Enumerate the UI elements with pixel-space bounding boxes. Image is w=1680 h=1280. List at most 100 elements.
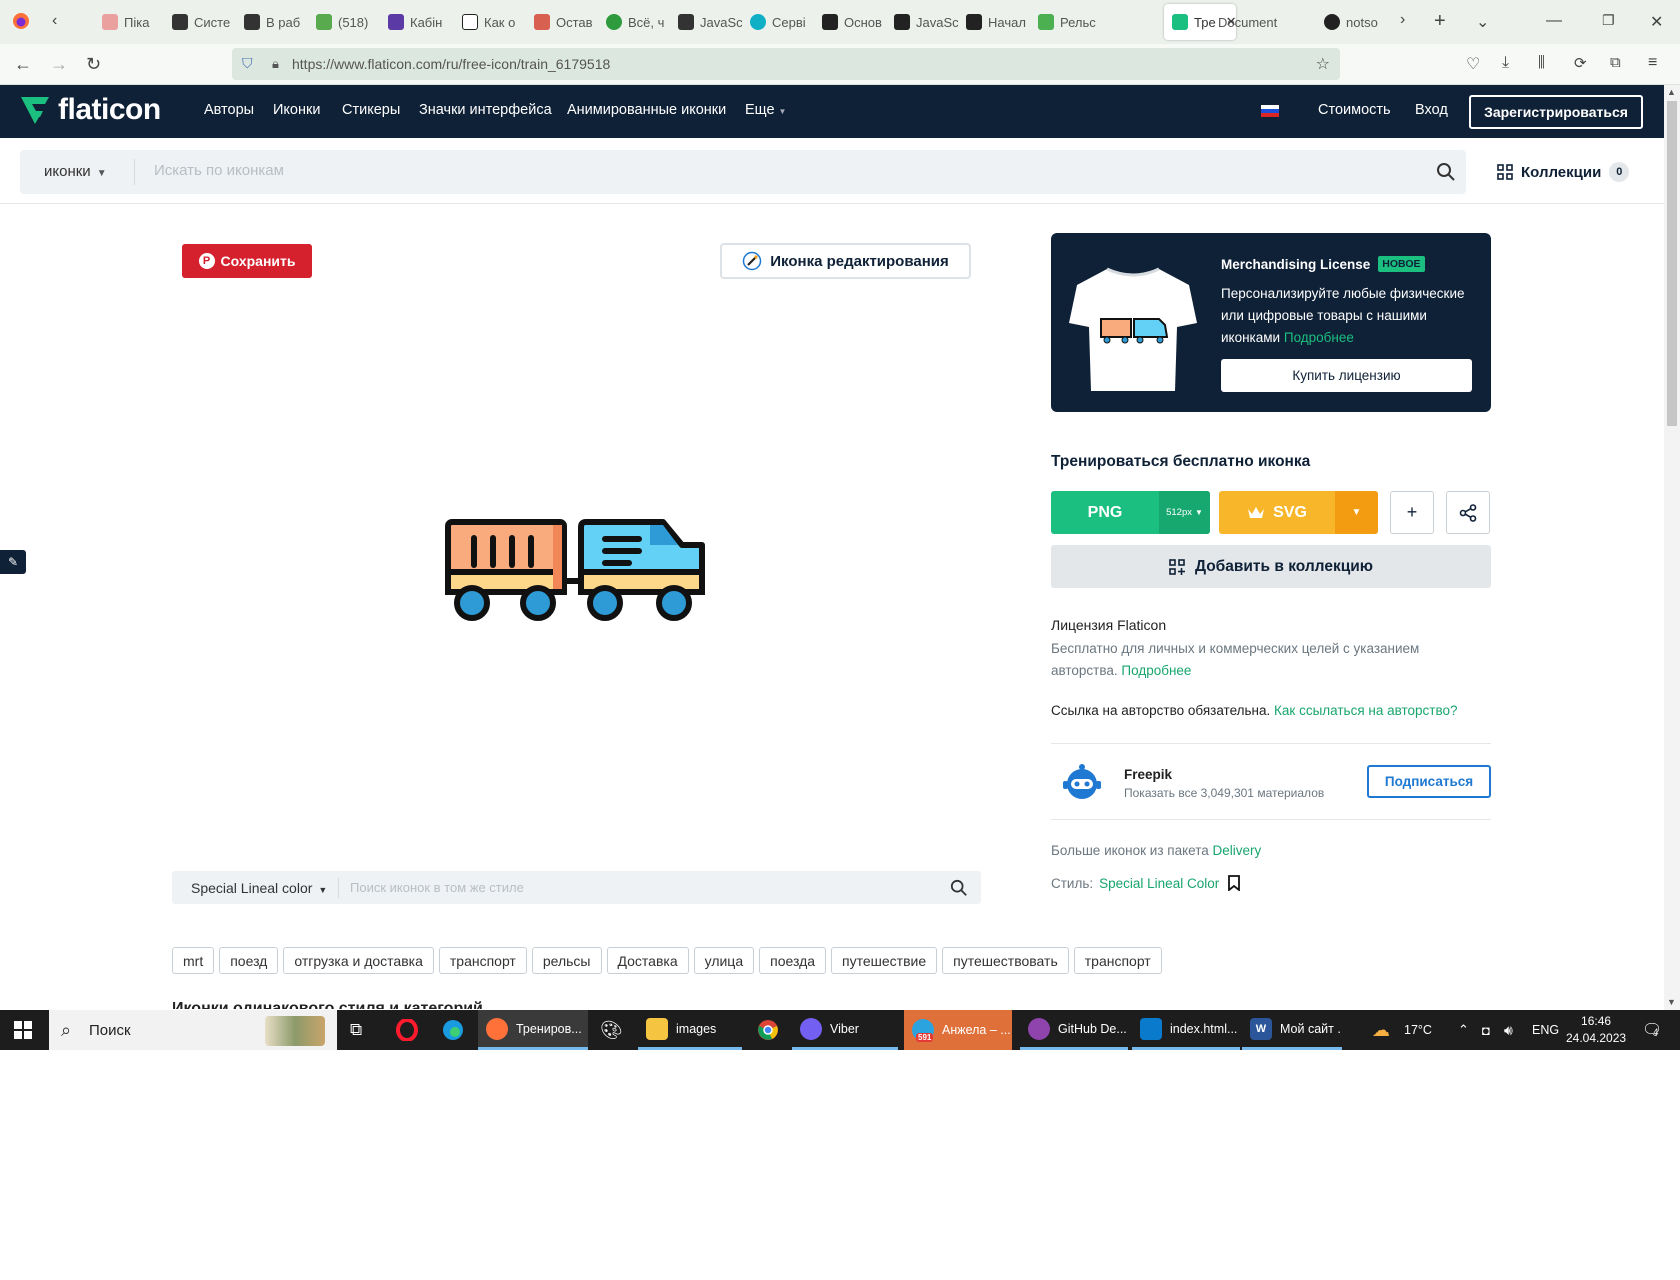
tag-train[interactable]: поезд [219, 947, 279, 974]
firefox-menu-icon[interactable] [12, 12, 30, 35]
camera-icon[interactable]: ◘ [1482, 1010, 1490, 1050]
add-button[interactable]: + [1390, 491, 1434, 534]
style-search-input[interactable]: Поиск иконок в том же стиле [350, 880, 524, 895]
tab[interactable]: Остав [534, 4, 598, 40]
scroll-down-icon[interactable]: ▼ [1667, 997, 1676, 1007]
scroll-thumb[interactable] [1667, 101, 1677, 426]
taskbar-viber[interactable]: Viber [792, 1010, 898, 1050]
nav-animated-icons[interactable]: Анимированные иконки [567, 102, 726, 118]
tag-shipping[interactable]: отгрузка и доставка [283, 947, 434, 974]
pinterest-save-button[interactable]: P Сохранить [182, 244, 312, 278]
login-link[interactable]: Вход [1415, 102, 1448, 118]
url-bar[interactable]: ⛉ 🔒︎ https://www.flaticon.com/ru/free-ic… [232, 48, 1340, 80]
tab[interactable]: Кабін [388, 4, 450, 40]
tag-travel[interactable]: путешествовать [942, 947, 1069, 974]
chrome-icon[interactable] [757, 1010, 779, 1050]
clock[interactable]: 16:46 24.04.2023 [1566, 1013, 1626, 1047]
edit-icon-button[interactable]: Иконка редактирования [720, 243, 971, 279]
language-flag-icon[interactable] [1261, 105, 1279, 117]
bookmark-icon[interactable] [1227, 875, 1241, 891]
nav-stickers[interactable]: Стикеры [342, 102, 400, 118]
tag-journey[interactable]: путешествие [831, 947, 938, 974]
register-button[interactable]: Зарегистрироваться [1469, 95, 1643, 129]
tag-mrt[interactable]: mrt [172, 947, 215, 974]
tab[interactable]: (518) [316, 4, 378, 40]
forward-icon[interactable]: → [50, 54, 68, 75]
tab[interactable]: Систе [172, 4, 234, 40]
reload-icon[interactable]: ↻ [86, 54, 101, 75]
page-scrollbar[interactable]: ▲ ▼ [1664, 85, 1680, 1010]
paint-icon[interactable]: 🎨︎ [600, 1010, 623, 1050]
nav-interface-icons[interactable]: Значки интерфейса [419, 102, 552, 118]
tag-rails[interactable]: рельсы [531, 947, 602, 974]
taskbar-search[interactable]: ⌕ Поиск [49, 1010, 337, 1050]
attribution-link[interactable]: Как ссылаться на авторство? [1274, 703, 1457, 718]
svg-download-button[interactable]: SVG ▼ [1219, 491, 1378, 534]
tray-overflow-icon[interactable]: ⌃ [1458, 1010, 1469, 1050]
language-indicator[interactable]: ENG [1532, 1010, 1559, 1050]
tab[interactable]: Рельс [1038, 4, 1106, 40]
windows-start-icon[interactable] [14, 1021, 32, 1039]
png-download-button[interactable]: PNG 512px ▼ [1051, 491, 1210, 534]
edge-icon[interactable] [442, 1010, 464, 1050]
taskbar-vscode[interactable]: index.html... [1132, 1010, 1240, 1050]
tag-street[interactable]: улица [693, 947, 755, 974]
downloads-icon[interactable]: ⤓ [1502, 54, 1509, 72]
taskbar-word[interactable]: W Мой сайт ... [1242, 1010, 1342, 1050]
nav-icons[interactable]: Иконки [273, 102, 320, 118]
nav-authors[interactable]: Авторы [204, 102, 254, 118]
lock-icon[interactable]: 🔒︎ [272, 56, 279, 72]
buy-license-button[interactable]: Купить лицензию [1221, 359, 1472, 392]
tabs-scroll-left-icon[interactable]: ‹ [52, 12, 57, 30]
collections-button[interactable]: Коллекции 0 [1497, 162, 1630, 182]
nav-more[interactable]: Еще ▼ [745, 102, 786, 118]
tag-transport-2[interactable]: транспорт [1073, 947, 1162, 974]
tab[interactable]: Серві [750, 4, 814, 40]
share-button[interactable] [1446, 491, 1490, 534]
tab[interactable]: Піка [102, 4, 162, 40]
taskbar-explorer[interactable]: images [638, 1010, 742, 1050]
pack-link[interactable]: Delivery [1213, 843, 1262, 858]
volume-icon[interactable]: 🔊︎ [1504, 1010, 1513, 1050]
tracking-shield-icon[interactable]: ⛉ [242, 55, 253, 72]
weather-icon[interactable]: ☁ [1372, 1010, 1390, 1050]
style-select[interactable]: Special Lineal color ▼ [191, 880, 327, 896]
extensions-icon[interactable]: ⧉ [1610, 54, 1621, 71]
close-window-icon[interactable]: ✕ [1650, 12, 1663, 32]
library-icon[interactable]: ⫼ [1538, 54, 1545, 71]
tag-transport[interactable]: транспорт [438, 947, 527, 974]
search-input[interactable]: Искать по иконкам [154, 162, 284, 179]
license-more-link[interactable]: Подробнее [1121, 663, 1191, 678]
task-view-icon[interactable]: ⧉ [350, 1010, 362, 1050]
new-tab-icon[interactable]: + [1434, 10, 1446, 33]
tab[interactable]: JavaSc [678, 4, 742, 40]
tab[interactable]: JavaSc [894, 4, 958, 40]
tab[interactable]: Всё, ч [606, 4, 670, 40]
subscribe-button[interactable]: Подписаться [1367, 765, 1491, 798]
restore-icon[interactable]: ❐ [1602, 12, 1615, 29]
back-icon[interactable]: ← [14, 54, 32, 75]
tab[interactable]: Document [1218, 4, 1304, 40]
bookmark-star-icon[interactable]: ☆ [1316, 54, 1330, 74]
style-link[interactable]: Special Lineal Color [1099, 876, 1219, 891]
tabs-scroll-right-icon[interactable]: › [1400, 11, 1405, 29]
tab[interactable]: Как о [462, 4, 524, 40]
merch-more-link[interactable]: Подробнее [1284, 330, 1354, 345]
search-icon[interactable] [1436, 162, 1456, 182]
tab[interactable]: Основ [822, 4, 886, 40]
author-resources-link[interactable]: Показать все 3,049,301 материалов [1124, 786, 1324, 800]
tag-trains[interactable]: поезда [759, 947, 827, 974]
notifications-icon[interactable]: 🗨︎ 4 [1642, 1010, 1662, 1050]
flaticon-logo[interactable]: flaticon [18, 93, 161, 127]
author-name[interactable]: Freepik [1124, 767, 1172, 782]
pricing-link[interactable]: Стоимость [1318, 102, 1391, 118]
search-type-select[interactable]: иконки ▼ [44, 163, 107, 180]
menu-icon[interactable]: ≡ [1648, 54, 1657, 72]
tab[interactable]: notso [1324, 4, 1388, 40]
svg-options-dropdown[interactable]: ▼ [1335, 491, 1378, 534]
weather-temp[interactable]: 17°C [1404, 1010, 1432, 1050]
opera-icon[interactable] [396, 1010, 418, 1050]
freepik-avatar[interactable] [1062, 762, 1102, 802]
minimize-icon[interactable]: — [1546, 12, 1562, 30]
pocket-icon[interactable]: ♡ [1466, 54, 1480, 74]
